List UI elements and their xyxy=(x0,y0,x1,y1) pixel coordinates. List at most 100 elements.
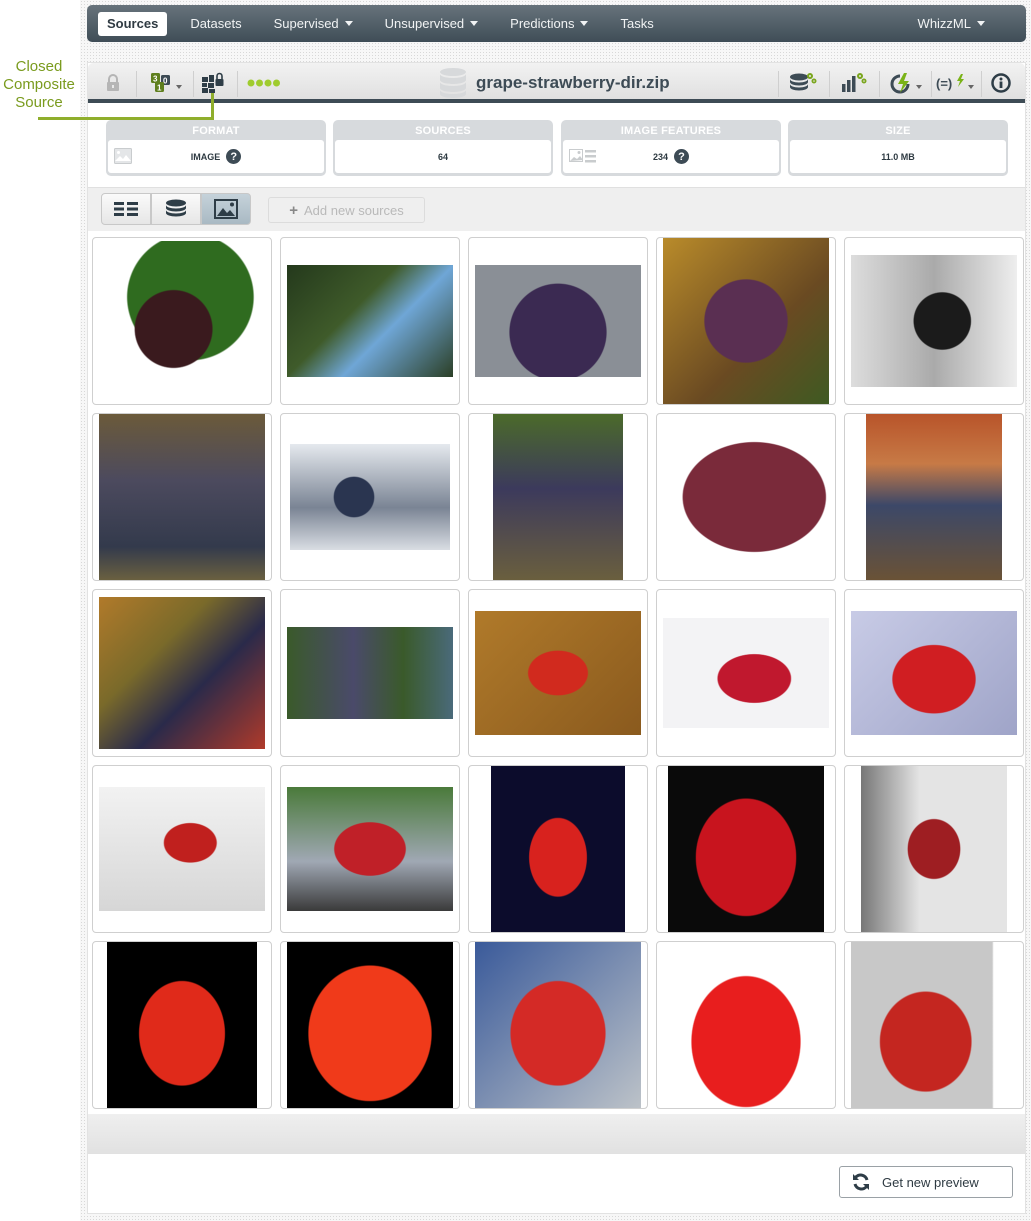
strawberry-image xyxy=(475,942,641,1108)
image-tile[interactable] xyxy=(844,941,1024,1109)
grape-image xyxy=(287,265,453,377)
one-click-action-button[interactable] xyxy=(888,69,924,97)
toolbar-separator xyxy=(879,71,880,97)
grape-image xyxy=(493,414,623,580)
image-tile[interactable] xyxy=(656,941,836,1109)
grape-image xyxy=(475,265,641,377)
strawberry-image xyxy=(99,787,265,911)
grape-image xyxy=(663,427,829,567)
image-tile[interactable] xyxy=(280,237,460,405)
caret-down-icon xyxy=(968,85,974,89)
annotation-line: Composite xyxy=(3,76,75,93)
plus-icon: + xyxy=(289,201,299,219)
toolbar-separator xyxy=(136,71,137,97)
caret-down-icon xyxy=(977,21,985,26)
toolbar-separator xyxy=(778,71,779,97)
image-tile[interactable] xyxy=(92,413,272,581)
image-tile[interactable] xyxy=(92,941,272,1109)
strawberry-image xyxy=(668,766,824,932)
nav-label: Unsupervised xyxy=(384,16,465,31)
strawberry-image xyxy=(287,942,453,1108)
view-bar: + Add new sources xyxy=(88,187,1025,231)
lock-icon xyxy=(107,74,119,91)
nav-supervised[interactable]: Supervised xyxy=(258,12,369,36)
help-icon[interactable]: ? xyxy=(674,149,690,164)
image-tile[interactable] xyxy=(280,765,460,933)
dataset-view-button[interactable] xyxy=(151,193,201,225)
nav-datasets[interactable]: Datasets xyxy=(174,12,257,36)
database-icon xyxy=(440,68,466,98)
image-tile[interactable] xyxy=(844,413,1024,581)
formula-action-icon: (=) xyxy=(936,74,964,91)
annotation-pointer-line xyxy=(211,93,214,120)
image-tile[interactable] xyxy=(468,589,648,757)
annotation-line: Source xyxy=(15,94,63,111)
configure-dataset-button[interactable] xyxy=(788,69,818,97)
stat-body: IMAGE ? xyxy=(108,140,324,173)
add-new-sources-button[interactable]: + Add new sources xyxy=(268,197,425,223)
strawberry-image xyxy=(107,942,257,1108)
image-tile[interactable] xyxy=(280,589,460,757)
source-type-button[interactable]: 3 0 1 xyxy=(148,69,184,97)
refresh-icon xyxy=(853,1173,869,1191)
view-toggle-group xyxy=(101,193,251,225)
help-icon[interactable]: ? xyxy=(226,149,242,164)
image-tile[interactable] xyxy=(656,765,836,933)
configure-model-button[interactable] xyxy=(839,69,869,97)
image-tile[interactable] xyxy=(656,237,836,405)
caret-down-icon xyxy=(916,85,922,89)
stat-value: IMAGE xyxy=(190,151,221,162)
image-features-icon xyxy=(569,149,596,163)
lock-button[interactable] xyxy=(102,69,124,97)
image-tile[interactable] xyxy=(468,765,648,933)
image-tile[interactable] xyxy=(468,941,648,1109)
image-tile[interactable] xyxy=(844,589,1024,757)
image-tile[interactable] xyxy=(92,765,272,933)
nav-unsupervised[interactable]: Unsupervised xyxy=(369,12,495,36)
image-tile[interactable] xyxy=(844,237,1024,405)
toolbar-separator xyxy=(829,71,830,97)
annotation-label: Closed Composite Source xyxy=(0,58,78,112)
image-tile[interactable] xyxy=(844,765,1024,933)
grape-image xyxy=(663,238,829,404)
nav-whizzml[interactable]: WhizzML xyxy=(902,12,1001,36)
info-icon xyxy=(991,73,1011,93)
image-tile[interactable] xyxy=(468,237,648,405)
image-tile[interactable] xyxy=(468,413,648,581)
toolbar-separator xyxy=(931,71,932,97)
info-button[interactable] xyxy=(989,69,1013,97)
image-tile[interactable] xyxy=(280,413,460,581)
grape-image xyxy=(290,444,450,550)
image-tile[interactable] xyxy=(656,413,836,581)
grape-image xyxy=(99,597,265,749)
footer-bar xyxy=(88,1114,1025,1154)
toolbar-separator xyxy=(981,71,982,97)
nav-tasks[interactable]: Tasks xyxy=(604,12,669,36)
image-tile[interactable] xyxy=(280,941,460,1109)
stat-body: 234 ? xyxy=(563,140,779,173)
strawberry-image xyxy=(475,611,641,735)
nav-sources[interactable]: Sources xyxy=(98,11,168,36)
formula-action-button[interactable]: (=) xyxy=(936,69,974,97)
image-tile[interactable] xyxy=(92,237,272,405)
closed-composite-source-icon xyxy=(202,72,224,93)
grape-image xyxy=(851,255,1017,387)
grape-image xyxy=(99,414,265,580)
list-view-button[interactable] xyxy=(101,193,151,225)
image-tile[interactable] xyxy=(656,589,836,757)
nav-predictions[interactable]: Predictions xyxy=(494,12,604,36)
toolbar-separator xyxy=(237,71,238,97)
stat-value: 64 xyxy=(437,151,448,162)
configure-model-icon xyxy=(842,73,867,92)
image-view-button[interactable] xyxy=(201,193,251,225)
image-gallery xyxy=(92,237,1024,1109)
stat-format: FORMAT IMAGE ? xyxy=(106,120,326,176)
nav-label: WhizzML xyxy=(917,16,971,31)
get-new-preview-button[interactable]: Get new preview xyxy=(839,1166,1013,1198)
image-tile[interactable] xyxy=(92,589,272,757)
caret-down-icon xyxy=(470,21,479,26)
stat-sources: SOURCES 64 xyxy=(333,120,553,176)
one-click-action-icon xyxy=(890,73,910,94)
status-dots-icon xyxy=(247,79,280,87)
nav-label: Predictions xyxy=(510,16,575,31)
